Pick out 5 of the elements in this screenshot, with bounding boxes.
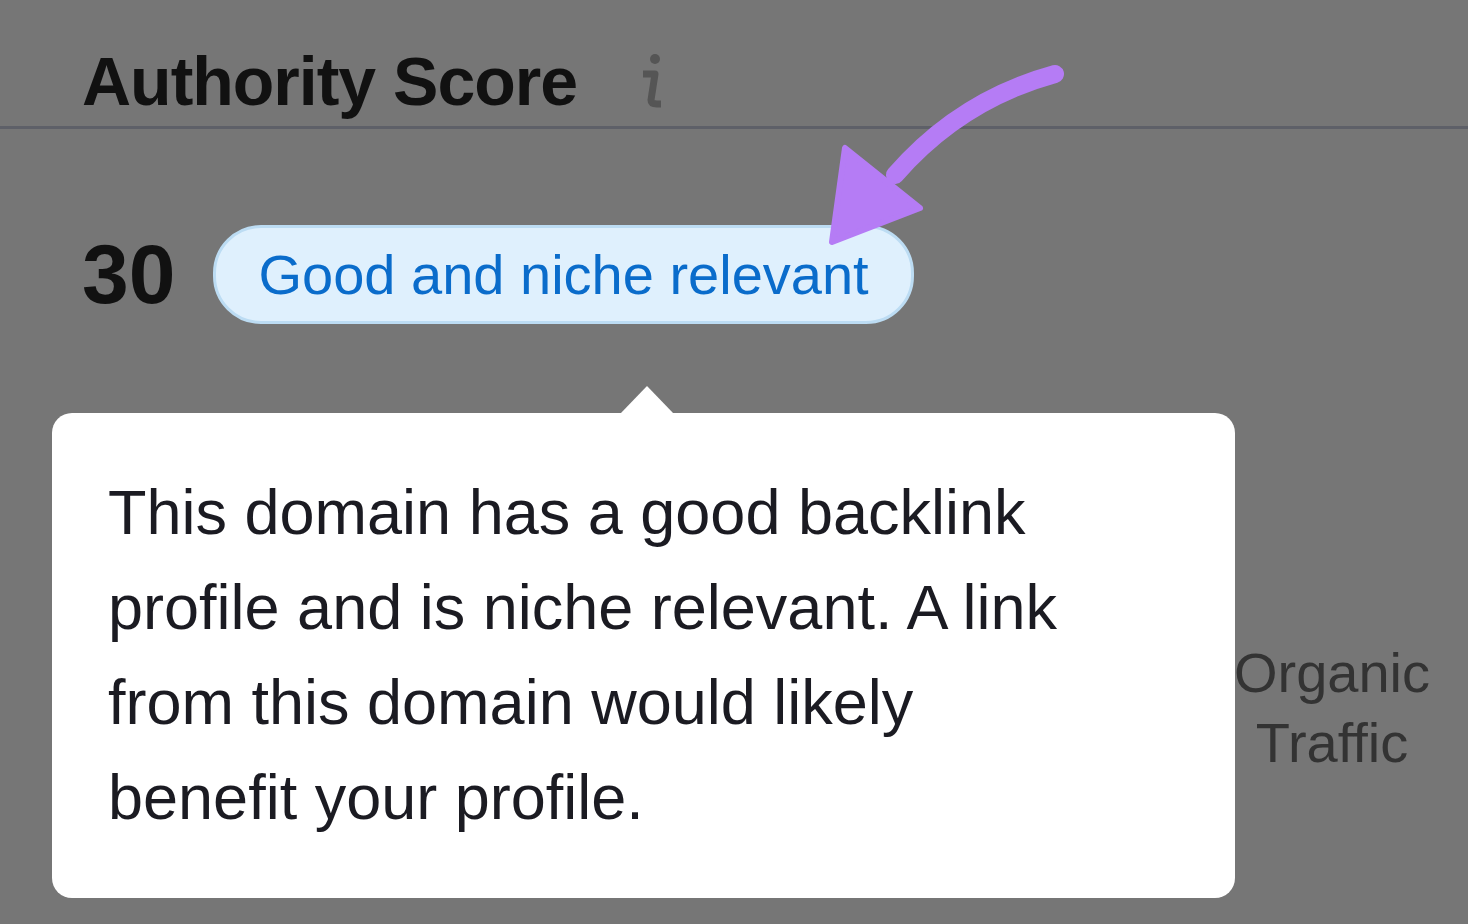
rating-badge: Good and niche relevant xyxy=(213,225,914,324)
tooltip-text: This domain has a good backlink profile and is niche relevant. A link from this domain would likely benefit your profile. xyxy=(108,476,1059,834)
metric-label: Organic Traffic xyxy=(1232,640,1432,776)
score-value: 30 xyxy=(82,226,176,323)
widget-title: Authority Score xyxy=(82,42,578,120)
